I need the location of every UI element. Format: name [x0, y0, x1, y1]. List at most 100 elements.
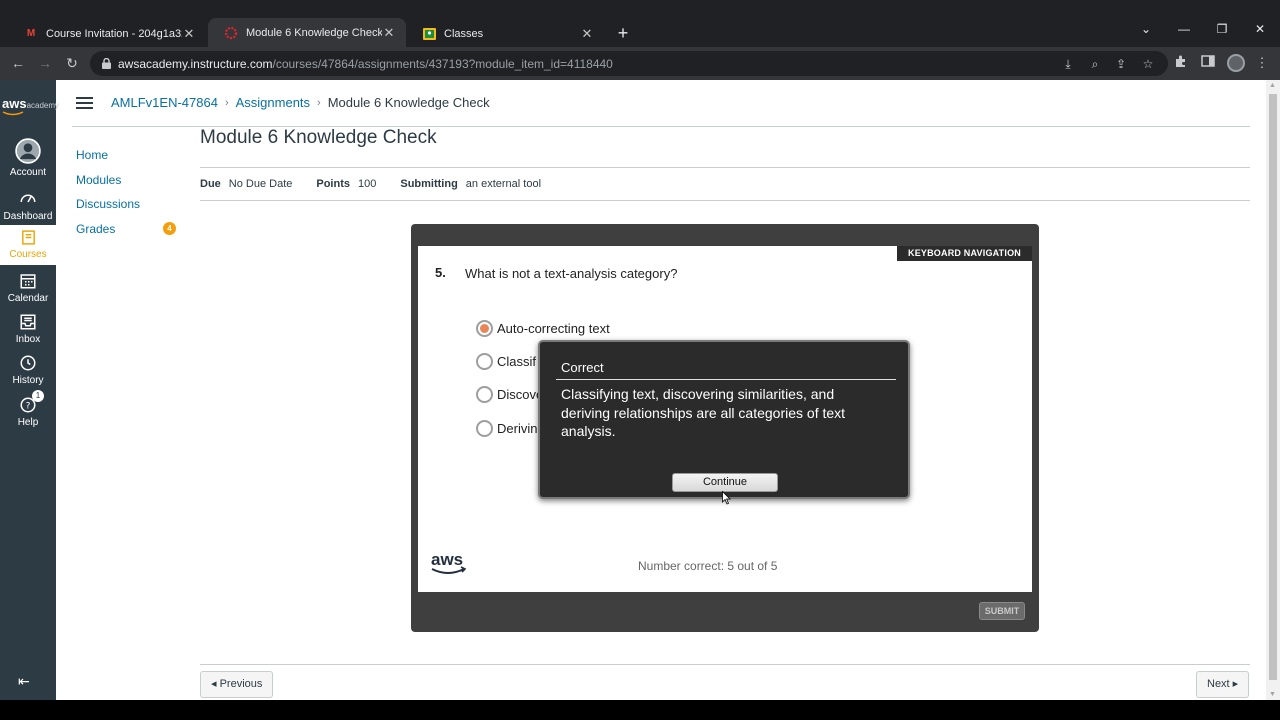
page-scrollbar[interactable]: ▲ ▼ [1266, 80, 1280, 700]
mouse-cursor-icon [722, 491, 731, 505]
option-label: Discove [497, 387, 544, 402]
breadcrumb-current: Module 6 Knowledge Check [327, 95, 490, 110]
gnav-label: Inbox [15, 334, 41, 345]
side-panel-icon[interactable] [1199, 54, 1217, 72]
gnav-calendar[interactable]: Calendar [0, 272, 56, 304]
previous-button[interactable]: ◂ Previous [200, 671, 274, 698]
restore-icon[interactable]: ❐ [1212, 22, 1232, 36]
share-icon[interactable]: ⇪ [1113, 56, 1129, 72]
page-title: Module 6 Knowledge Check [200, 127, 437, 148]
breadcrumb: AMLFv1EN-47864 › Assignments › Module 6 … [111, 95, 490, 110]
back-icon[interactable]: ← [8, 53, 28, 73]
taskbar-strip [0, 700, 1280, 720]
gnav-history[interactable]: History [0, 354, 56, 386]
help-badge: 1 [32, 390, 44, 402]
scroll-down-icon[interactable]: ▼ [1269, 691, 1276, 698]
chevron-right-icon: › [224, 96, 229, 109]
keyboard-navigation-button[interactable]: KEYBOARD NAVIGATION [897, 246, 1032, 261]
gnav-label: Help [17, 417, 39, 428]
submit-button[interactable]: SUBMIT [979, 602, 1025, 620]
question-text: What is not a text-analysis category? [465, 266, 678, 281]
radio[interactable] [476, 353, 493, 370]
minimize-icon[interactable]: — [1174, 22, 1194, 36]
svg-text:?: ? [26, 401, 31, 411]
new-tab-icon[interactable]: + [614, 24, 632, 42]
gnav-inbox[interactable]: Inbox [0, 313, 56, 345]
menu-kebab-icon[interactable]: ⋮ [1253, 54, 1271, 72]
course-nav-grades[interactable]: Grades [76, 222, 140, 247]
tab-classes[interactable]: Classes ✕ [406, 20, 604, 47]
courses-icon [21, 230, 35, 245]
browser-toolbar: ← → ↻ awsacademy.instructure.com/courses… [0, 47, 1280, 80]
answer-option[interactable]: Auto-correcting text [476, 320, 610, 337]
feedback-title: Correct [561, 360, 604, 375]
svg-text:aws: aws [431, 550, 463, 569]
tab-title: Classes [444, 27, 484, 40]
details-divider [200, 200, 1250, 201]
gmail-icon: M [26, 28, 36, 39]
reload-icon[interactable]: ↻ [62, 53, 82, 73]
close-icon[interactable]: ✕ [182, 26, 196, 42]
inbox-icon [20, 314, 36, 330]
option-label: Derivin [497, 421, 538, 436]
bookmark-star-icon[interactable]: ☆ [1140, 56, 1156, 72]
radio[interactable] [476, 386, 493, 403]
breadcrumb-course[interactable]: AMLFv1EN-47864 [111, 95, 218, 110]
tab-search-icon[interactable]: ⌄ [1136, 22, 1156, 36]
points-label: Points [316, 178, 350, 190]
answer-option[interactable]: Discove [476, 386, 543, 403]
tab-title: Module 6 Knowledge Check [246, 26, 382, 39]
gnav-courses[interactable]: Courses [0, 225, 56, 265]
option-label: Auto-correcting text [497, 321, 610, 336]
browser-tabstrip: M Course Invitation - 204g1a3214@ ✕ Modu… [0, 0, 1280, 47]
aws-logo: aws [431, 550, 467, 574]
address-bar[interactable]: awsacademy.instructure.com/courses/47864… [90, 51, 1168, 76]
continue-button[interactable]: Continue [672, 473, 778, 492]
scrollbar-thumb[interactable] [1269, 94, 1277, 680]
gnav-label: Courses [9, 249, 47, 260]
forward-icon[interactable]: → [35, 53, 55, 73]
global-navigation: awsacademy Account Dashboard Courses Cal… [0, 80, 59, 700]
window-close-icon[interactable]: ✕ [1250, 22, 1270, 36]
feedback-divider [556, 379, 896, 380]
scroll-up-icon[interactable]: ▲ [1269, 82, 1276, 89]
option-label: Classif [497, 354, 537, 369]
calendar-icon [20, 274, 36, 289]
classroom-icon [422, 27, 436, 41]
due-value: No Due Date [228, 178, 293, 190]
answer-option[interactable]: Classif [476, 353, 536, 370]
gnav-label: Calendar [7, 293, 49, 304]
gnav-label: Dashboard [3, 211, 53, 222]
course-nav-home[interactable]: Home [76, 148, 140, 173]
zoom-icon[interactable]: ⌕ [1087, 56, 1103, 72]
radio-selected[interactable] [476, 320, 493, 337]
aws-academy-logo[interactable]: awsacademy [0, 96, 59, 120]
gnav-help[interactable]: ? 1 Help [0, 390, 56, 428]
gnav-label: Account [9, 167, 47, 178]
history-icon [20, 355, 36, 371]
close-icon[interactable]: ✕ [580, 26, 594, 42]
course-nav-discussions[interactable]: Discussions [76, 197, 140, 222]
gnav-account[interactable]: Account [0, 138, 56, 178]
install-icon[interactable]: ⤓ [1060, 56, 1076, 72]
chevron-right-icon: › [317, 96, 321, 109]
tab-module-6-knowledge-check[interactable]: Module 6 Knowledge Check ✕ [208, 18, 406, 47]
course-nav-modules[interactable]: Modules [76, 173, 140, 198]
breadcrumb-assignments[interactable]: Assignments [236, 95, 310, 110]
submitting-value: an external tool [465, 178, 542, 190]
extensions-icon[interactable] [1172, 54, 1190, 72]
answer-option[interactable]: Derivin [476, 420, 537, 437]
points-value: 100 [358, 178, 377, 190]
tab-course-invitation[interactable]: M Course Invitation - 204g1a3214@ ✕ [8, 20, 206, 47]
profile-avatar[interactable] [1227, 54, 1245, 72]
radio[interactable] [476, 420, 493, 437]
lock-icon [102, 58, 111, 69]
next-button[interactable]: Next ▸ [1196, 671, 1250, 698]
question-number: 5. [435, 265, 446, 280]
course-menu-toggle[interactable] [76, 97, 93, 109]
collapse-nav-icon[interactable]: ⇤ [18, 673, 30, 690]
close-icon[interactable]: ✕ [382, 25, 396, 41]
feedback-dialog: Correct Classifying text, discovering si… [538, 340, 910, 499]
account-icon [15, 138, 41, 164]
gnav-dashboard[interactable]: Dashboard [0, 190, 56, 222]
